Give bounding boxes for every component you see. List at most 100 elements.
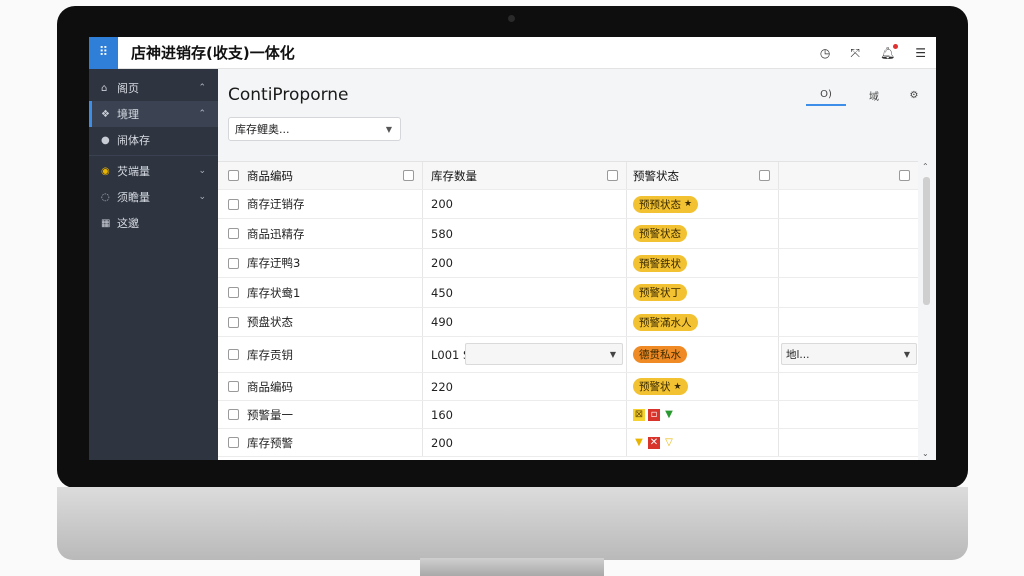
sidebar: ⌂ 阁页 ⌃ ❖ 境理 ⌃ ● 闹体存 ◉ 芡端量 ⌄ ◌ 须瞻量 ⌄ ▦ 这邈	[89, 69, 218, 460]
clock-icon[interactable]: ◷	[820, 46, 830, 60]
status-text: 预警状丁	[639, 287, 681, 299]
status-cell: ▼ ✕ ▽	[627, 429, 779, 456]
vertical-scrollbar[interactable]: ⌃ ⌄	[918, 161, 936, 460]
sidebar-item-manage[interactable]: ❖ 境理 ⌃	[89, 101, 218, 127]
header-cell[interactable]: 库存数量	[423, 162, 627, 189]
name-cell: 商品迅精存	[218, 219, 423, 248]
stage: ⠿ 店神进销存(收支)一体化 ◷ ⤧ 🔔︎ ☰ ⌂ 阁页 ⌃ ❖ 境理 ⌃ ● …	[0, 0, 1024, 576]
product-name: 库存预警	[247, 435, 293, 450]
qty-cell: 490	[423, 308, 627, 336]
bell-icon[interactable]: 🔔︎	[880, 44, 899, 60]
sidebar-item-label: 境理	[117, 108, 139, 121]
status-text: 德贯私水	[639, 349, 681, 361]
chevron-down-icon: ▼	[609, 349, 616, 359]
row-checkbox[interactable]	[228, 228, 239, 239]
star-icon: ★	[684, 199, 693, 209]
sidebar-item-stock[interactable]: ● 闹体存	[89, 127, 218, 153]
row-checkbox[interactable]	[228, 409, 239, 420]
inline-qty-select[interactable]: ▼	[465, 343, 623, 365]
scrollbar-thumb[interactable]	[923, 177, 930, 305]
extra-cell	[779, 190, 918, 218]
column-checkbox[interactable]	[759, 170, 770, 181]
app-screen: ⠿ 店神进销存(收支)一体化 ◷ ⤧ 🔔︎ ☰ ⌂ 阁页 ⌃ ❖ 境理 ⌃ ● …	[89, 37, 936, 460]
sidebar-item-settings[interactable]: ▦ 这邈	[89, 210, 218, 236]
chevron-down-icon: ⌄	[198, 166, 206, 176]
table-row[interactable]: 库存状鸯1 450 预警状丁	[218, 278, 918, 308]
building-icon: ▦	[101, 217, 111, 229]
sidebar-item-label: 芡端量	[117, 165, 150, 178]
sidebar-item-label: 须瞻量	[117, 191, 150, 204]
apps-grid-icon[interactable]: ⠿	[89, 37, 118, 69]
table-row[interactable]: 商存迂销存 200 预预状态 ★	[218, 190, 918, 219]
top-bar: ⠿ 店神进销存(收支)一体化 ◷ ⤧ 🔔︎ ☰	[89, 37, 936, 69]
product-name: 预盘状态	[247, 315, 293, 329]
sidebar-item-warnings[interactable]: ◌ 须瞻量 ⌄	[89, 184, 218, 210]
camera-icon	[508, 15, 515, 22]
product-name: 预警量一	[247, 407, 293, 422]
star-icon: ★	[673, 381, 682, 392]
extra-cell: 地l... ▼	[779, 337, 918, 372]
status-cell: 预警状 ★	[627, 373, 779, 400]
circle-icon: ◌	[101, 191, 110, 203]
status-cell: ⊠ ▫ ▼	[627, 401, 779, 428]
qty-cell: 220	[423, 373, 627, 400]
page-title: ContiProporne	[228, 85, 349, 105]
scroll-up-icon[interactable]: ⌃	[922, 162, 929, 171]
status-badge: 预警状态	[633, 225, 687, 242]
scroll-down-icon[interactable]: ⌄	[922, 449, 929, 458]
header-cell[interactable]: 商品编码	[218, 162, 423, 189]
row-checkbox[interactable]	[228, 287, 239, 298]
chevron-down-icon: ▼	[903, 349, 910, 359]
menu-icon[interactable]: ☰	[915, 46, 926, 60]
inline-extra-select[interactable]: 地l... ▼	[781, 343, 917, 365]
main-content: ContiProporne O) 域 ⚙ 库存鲤奥... ▼ 商品编码 库存数量…	[218, 69, 936, 460]
table-row[interactable]: 库存预警 200 ▼ ✕ ▽	[218, 429, 918, 457]
table-row[interactable]: 库存贡钥 L001 S ▼ 德贯私水 地l... ▼	[218, 337, 918, 373]
table-row[interactable]: 商品编码 220 预警状 ★	[218, 373, 918, 401]
warning-flag-icon: ⊠	[633, 408, 645, 421]
table-row[interactable]: 商品迅精存 580 预警状态	[218, 219, 918, 249]
header-label: 商品编码	[247, 168, 293, 183]
toolbar: O) 域 ⚙	[806, 84, 926, 106]
header-label: 库存数量	[431, 168, 477, 183]
row-checkbox[interactable]	[228, 257, 239, 269]
name-cell: 库存预警	[218, 429, 423, 456]
column-checkbox[interactable]	[899, 170, 910, 181]
status-text: 预警状	[639, 381, 671, 393]
filter-select[interactable]: 库存鲤奥... ▼	[228, 117, 401, 141]
product-name: 商品编码	[247, 379, 293, 394]
row-checkbox[interactable]	[228, 349, 239, 360]
sidebar-item-home[interactable]: ⌂ 阁页 ⌃	[89, 75, 218, 101]
status-text: 预预状态	[639, 198, 681, 211]
toolbar-button-1[interactable]: O)	[806, 84, 846, 106]
table-row[interactable]: 库存迂鸭3 200 預警鉄状	[218, 249, 918, 278]
status-badge: 德贯私水	[633, 346, 687, 363]
select-all-checkbox[interactable]	[228, 170, 239, 181]
top-icons: ◷ ⤧ 🔔︎ ☰	[820, 37, 926, 69]
status-text: 预警状态	[639, 228, 681, 240]
header-cell[interactable]: 预警状态	[627, 162, 779, 189]
toolbar-button-2[interactable]: 域	[854, 84, 894, 106]
qty-cell: 450	[423, 278, 627, 307]
column-checkbox[interactable]	[403, 170, 414, 181]
app-title: 店神进销存(收支)一体化	[131, 44, 295, 62]
status-text: 預警鉄状	[639, 257, 681, 270]
column-checkbox[interactable]	[607, 170, 618, 181]
sidebar-item-reports[interactable]: ◉ 芡端量 ⌄	[89, 158, 218, 184]
row-checkbox[interactable]	[228, 437, 239, 448]
expand-icon[interactable]: ⤧	[850, 46, 860, 61]
header-cell[interactable]	[779, 162, 918, 189]
table-row[interactable]: 预盘状态 490 预警滿水人	[218, 308, 918, 337]
product-name: 库存贡钥	[247, 347, 293, 362]
row-checkbox[interactable]	[228, 198, 239, 210]
settings-icon[interactable]: ⚙	[902, 84, 926, 106]
sidebar-item-label: 这邈	[117, 217, 139, 230]
table-row[interactable]: 预警量一 160 ⊠ ▫ ▼	[218, 401, 918, 429]
down-arrow-icon: ▽	[665, 436, 673, 448]
chrome-icon: ◉	[101, 165, 110, 177]
row-checkbox[interactable]	[228, 316, 239, 328]
status-badge: 预警状丁	[633, 284, 687, 301]
row-checkbox[interactable]	[228, 381, 239, 392]
name-cell: 预盘状态	[218, 308, 423, 336]
monitor-stand	[420, 558, 604, 576]
